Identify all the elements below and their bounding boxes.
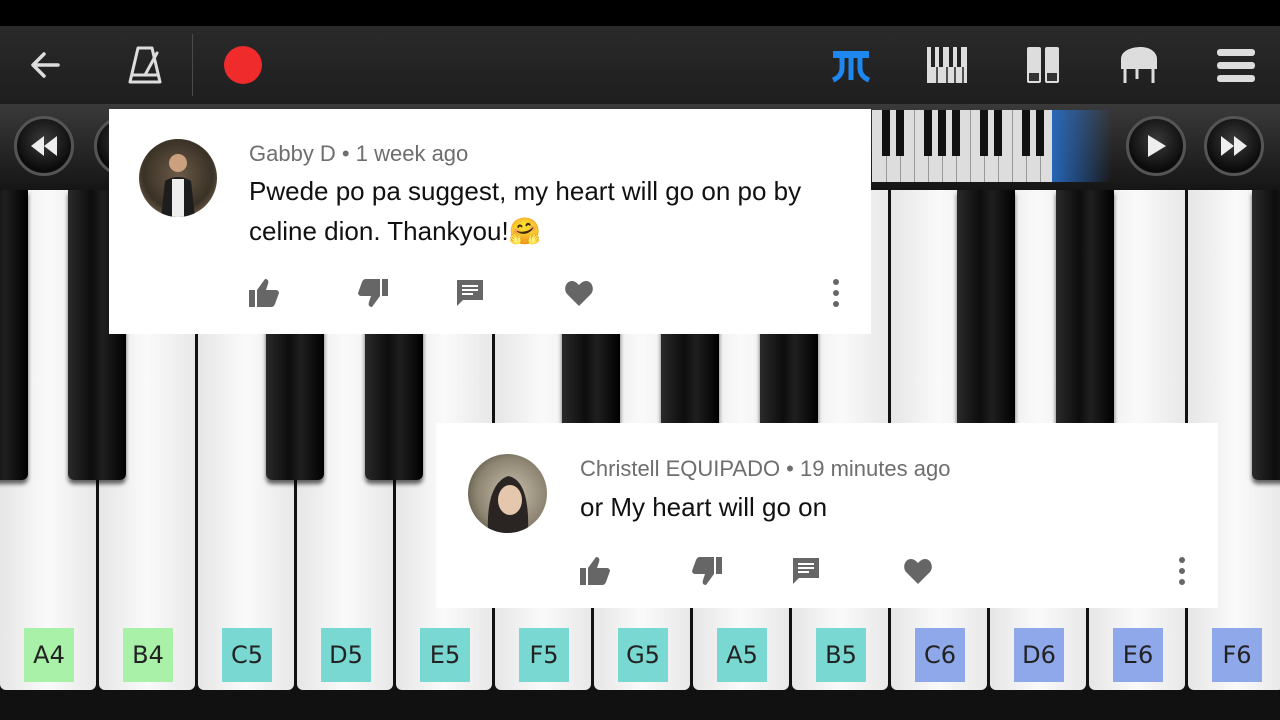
black-key[interactable] (1252, 190, 1280, 480)
keyboard-icon[interactable] (924, 26, 970, 104)
reply-icon[interactable] (452, 275, 488, 311)
play-icon[interactable] (1126, 116, 1186, 176)
comment-meta: Christell EQUIPADO • 19 minutes ago (580, 456, 951, 481)
toolbar-divider (192, 34, 193, 96)
back-arrow-icon[interactable] (20, 26, 70, 104)
thumbs-down-icon[interactable] (689, 553, 725, 589)
rewind-icon[interactable] (14, 116, 74, 176)
key-label: A5 (717, 628, 767, 682)
key-label: F6 (1212, 628, 1262, 682)
thumbs-up-icon[interactable] (577, 553, 613, 589)
record-icon[interactable] (220, 26, 266, 104)
key-label: B5 (816, 628, 866, 682)
key-label: C6 (915, 628, 965, 682)
reply-icon[interactable] (788, 553, 824, 589)
key-label: B4 (123, 628, 173, 682)
key-label: A4 (24, 628, 74, 682)
comment-card: Gabby D • 1 week ago Pwede po pa suggest… (109, 109, 871, 334)
comment-text: Pwede po pa suggest, my heart will go on… (249, 176, 802, 246)
thumbs-up-icon[interactable] (246, 275, 282, 311)
avatar[interactable] (468, 454, 547, 533)
mini-keyboard-preview[interactable] (872, 110, 1052, 182)
key-label: F5 (519, 628, 569, 682)
heart-icon[interactable] (900, 553, 936, 589)
heart-icon[interactable] (561, 275, 597, 311)
key-label: C5 (222, 628, 272, 682)
fast-forward-icon[interactable] (1204, 116, 1264, 176)
grand-piano-icon[interactable] (1114, 26, 1164, 104)
comment-card: Christell EQUIPADO • 19 minutes ago or M… (436, 423, 1218, 608)
top-toolbar (0, 26, 1280, 104)
key-label: D5 (321, 628, 371, 682)
black-key[interactable] (0, 190, 28, 480)
key-label: E6 (1113, 628, 1163, 682)
avatar[interactable] (139, 139, 217, 217)
status-strip (0, 0, 1280, 26)
key-label: D6 (1014, 628, 1064, 682)
comment-text: or My heart will go on (580, 492, 828, 522)
dual-keyboard-icon[interactable] (1020, 26, 1066, 104)
thumbs-down-icon[interactable] (355, 275, 391, 311)
piano-game-icon[interactable] (826, 26, 876, 104)
key-label: E5 (420, 628, 470, 682)
more-options-icon[interactable] (818, 275, 854, 311)
key-label: G5 (618, 628, 668, 682)
menu-icon[interactable] (1212, 26, 1260, 104)
comment-meta: Gabby D • 1 week ago (249, 141, 469, 166)
more-options-icon[interactable] (1164, 553, 1200, 589)
mini-keyboard-viewport (1052, 110, 1112, 182)
metronome-icon[interactable] (120, 26, 170, 104)
